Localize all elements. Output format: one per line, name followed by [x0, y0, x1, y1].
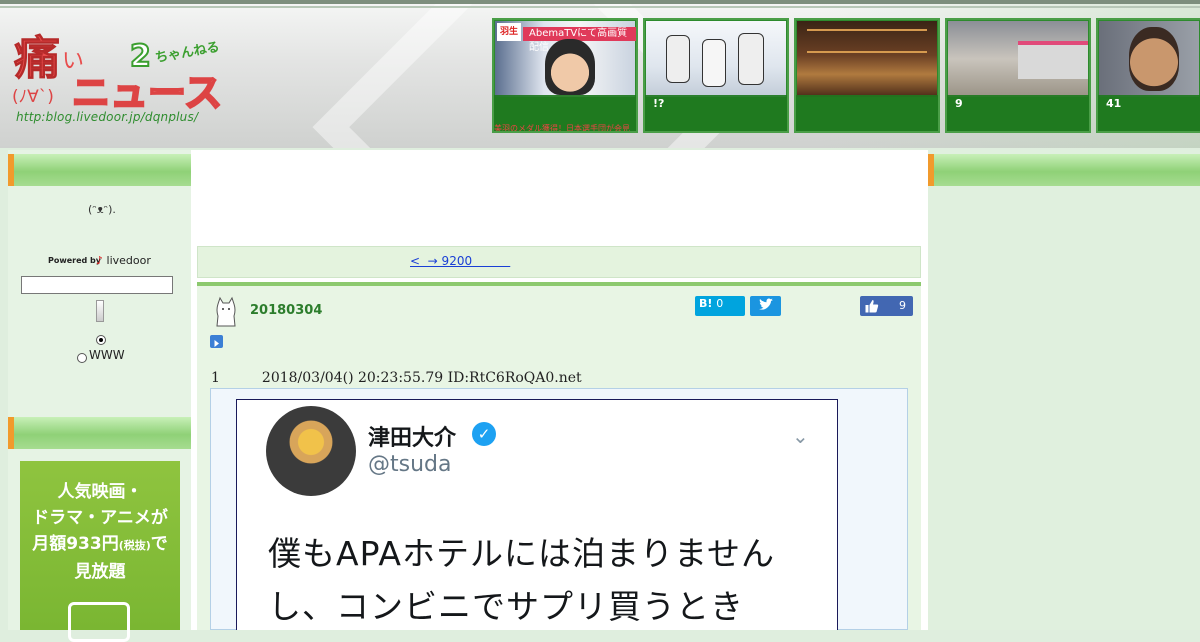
powered-by-label: Powered by: [48, 256, 101, 265]
bar-shelf: [807, 29, 927, 31]
train-car: [1018, 41, 1088, 79]
thumbnail-caption: 41: [1098, 95, 1200, 131]
thumbs-up-icon: [865, 300, 879, 313]
thumbnail-image: [646, 21, 786, 97]
logo-number: 2: [130, 39, 151, 74]
livedoor-mark-icon: ♪: [96, 254, 104, 267]
curler-figure: [702, 39, 726, 87]
abema-banner: AbemaTVにて高画質配信: [523, 27, 636, 53]
cat-icon: [216, 296, 236, 327]
tweet-avatar: [266, 406, 356, 496]
thumbnail-ticker: 美羽のメダル獲得！日本選手団が会見: [494, 124, 630, 133]
ad-line-1: 人気映画・: [57, 482, 143, 502]
ad-tax-note: (税抜): [118, 539, 151, 552]
bar-shelf: [807, 51, 927, 53]
livedoor-logo[interactable]: ♪ livedoor: [96, 254, 151, 267]
tweet-text-line: 僕もAPAホテルには泊まりません: [268, 534, 775, 573]
tweet-author-handle: @tsuda: [368, 452, 452, 477]
play-icon-glyph: [214, 340, 219, 347]
sidebar-header-bar: [8, 154, 191, 186]
news-thumbnail-1[interactable]: AbemaTVにて高画質配信 羽生 美羽のメダル獲得！日本選手団が会見: [492, 18, 638, 133]
ad-line-3-suffix: で: [150, 534, 168, 554]
twitter-bird-icon: [759, 298, 773, 310]
tweet-text-line: し、コンビニでサプリ買うとき: [268, 587, 744, 626]
search-button[interactable]: [96, 300, 104, 322]
thumbnail-corner-label: 羽生: [497, 23, 521, 41]
sidebar-header-bar: [8, 417, 191, 449]
thumbnail-image: [948, 21, 1088, 97]
news-thumbnail-4[interactable]: 9: [945, 18, 1091, 133]
hatena-count: 0: [716, 297, 724, 310]
face-icon-glyph: (ᵔᴥᵔ): [88, 203, 113, 216]
ad-text: 人気映画・ ドラマ・アニメが 月額933円(税抜)で 見放題: [20, 479, 180, 585]
logo-main-text: ニュース: [72, 71, 222, 115]
search-scope-www-radio[interactable]: [77, 353, 87, 363]
comment-header: 1 2018/03/04() 20:23:55.79 ID:RtC6RoQA0.n…: [211, 370, 582, 386]
chevron-down-icon: ⌄: [792, 424, 809, 448]
ad-line-2: ドラマ・アニメが: [32, 508, 168, 528]
ad-line-4: 見放題: [74, 562, 126, 582]
face-icon: (ᵔᴥᵔ).: [88, 203, 116, 216]
like-count: 9: [899, 299, 906, 312]
logo-url[interactable]: http:blog.livedoor.jp/dqnplus/: [16, 110, 198, 124]
hatena-bookmark-button[interactable]: B! 0: [695, 296, 745, 316]
nav-link[interactable]: < → 9200: [410, 254, 510, 268]
thumbnail-image: [1099, 21, 1199, 97]
search-scope-blog-radio[interactable]: [96, 335, 106, 345]
thumbnail-caption: !?: [645, 95, 787, 131]
curler-figure: [666, 35, 690, 83]
ad-line-3: 月額933円(税抜)で: [20, 531, 180, 559]
person-face: [1129, 27, 1179, 91]
facebook-like-button[interactable]: 9: [860, 296, 913, 316]
person-face: [545, 39, 595, 95]
comment-number: 1: [211, 370, 220, 386]
logo-kanji: 痛: [14, 31, 60, 85]
logo-face: (ﾉ∀`): [12, 87, 54, 107]
radio-www-label: WWW: [89, 348, 125, 362]
tweet-author-name: 津田大介: [368, 426, 457, 451]
thumbnail-image: [797, 21, 937, 97]
logo-chan: ちゃんねる: [154, 40, 221, 66]
sidebar-header-bar: [928, 154, 1200, 186]
livedoor-label: livedoor: [106, 254, 151, 267]
search-input[interactable]: [21, 276, 173, 294]
thumbnail-caption: [796, 95, 938, 131]
ad-banner[interactable]: 人気映画・ ドラマ・アニメが 月額933円(税抜)で 見放題: [20, 461, 180, 642]
news-thumbnail-2[interactable]: !?: [643, 18, 789, 133]
face-icon-dot: .: [112, 203, 116, 216]
verified-badge-icon: ✓: [472, 422, 496, 446]
post-title[interactable]: 20180304: [250, 303, 322, 318]
tv-icon: [68, 602, 130, 642]
right-sidebar: [928, 150, 1200, 630]
comment-meta: 2018/03/04() 20:23:55.79 ID:RtC6RoQA0.ne…: [261, 370, 582, 386]
curler-figure: [738, 33, 764, 85]
ad-price: 月額933円: [32, 534, 119, 554]
thumbnail-image: AbemaTVにて高画質配信 羽生: [495, 21, 636, 97]
hatena-label: B!: [699, 297, 713, 310]
header-top-stripe: [0, 6, 1200, 8]
thumbnail-caption: 9: [947, 95, 1089, 131]
post-navigation-bar: [197, 246, 921, 278]
tweet-button[interactable]: [750, 296, 781, 316]
news-thumbnail-3[interactable]: [794, 18, 940, 133]
play-icon[interactable]: [210, 335, 223, 348]
news-thumbnail-5[interactable]: 41: [1096, 18, 1200, 133]
